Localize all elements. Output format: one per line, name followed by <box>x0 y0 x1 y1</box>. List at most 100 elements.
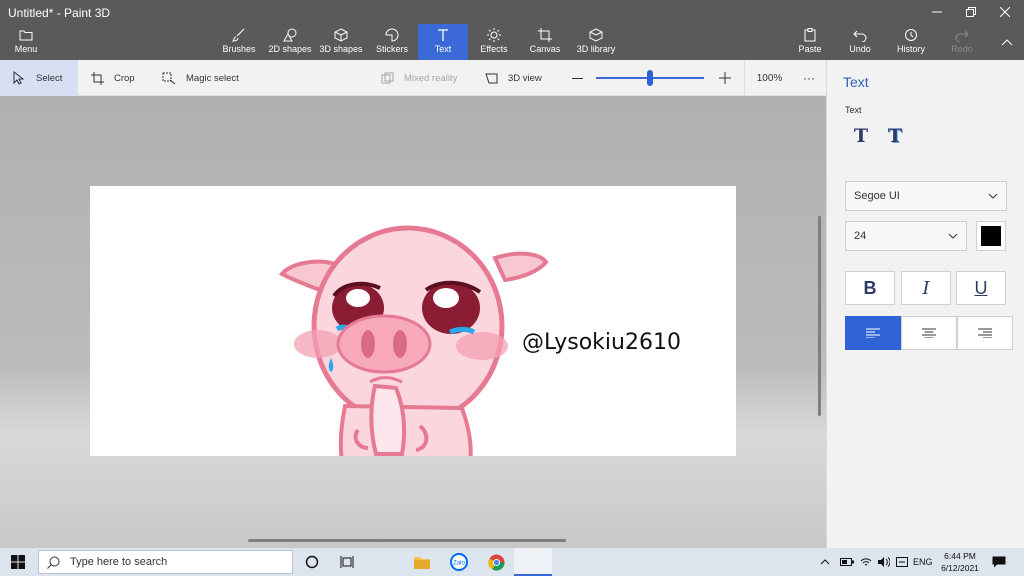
more-options-button[interactable]: ··· <box>796 60 822 96</box>
task-view-cortana-button[interactable] <box>292 548 332 576</box>
history-button[interactable]: History <box>894 24 928 60</box>
paint-3d-icon <box>526 555 540 567</box>
tool-label: Canvas <box>529 44 561 54</box>
zoom-slider-thumb[interactable] <box>647 70 653 86</box>
align-right-icon <box>978 328 992 338</box>
plus-icon <box>719 72 731 84</box>
horizontal-scrollbar[interactable] <box>248 539 566 542</box>
zoom-in-button[interactable] <box>718 60 732 96</box>
paste-label: Paste <box>798 44 822 54</box>
cortana-circle-icon <box>305 555 319 569</box>
redo-icon <box>954 28 970 42</box>
canvas-text-box[interactable]: @Lysokiu2610 <box>522 330 681 355</box>
wifi-icon[interactable] <box>860 548 872 576</box>
show-hidden-icons-button[interactable] <box>820 548 830 576</box>
redo-label: Redo <box>951 44 973 54</box>
task-view-button[interactable] <box>327 548 367 576</box>
font-size-dropdown[interactable]: 24 <box>845 221 967 251</box>
panel-title: Text <box>843 74 869 90</box>
language-indicator[interactable]: ENG <box>913 548 933 576</box>
file-explorer-app[interactable] <box>402 548 442 576</box>
sub-toolbar: Select Crop Magic select Mixed reality 3… <box>0 60 826 96</box>
zoom-slider[interactable] <box>596 70 704 86</box>
windows-taskbar: Type here to search Zalo ENG 6:44 PM 6/1… <box>0 548 1024 576</box>
cursor-icon <box>12 71 26 85</box>
tool-stickers[interactable]: Stickers <box>372 24 412 60</box>
paint-3d-app-active[interactable] <box>514 548 552 576</box>
italic-button[interactable]: I <box>901 271 951 305</box>
select-button[interactable]: Select <box>0 60 78 96</box>
chevron-down-icon <box>988 193 998 199</box>
chrome-app[interactable] <box>476 548 516 576</box>
tool-text[interactable]: Text <box>418 24 468 60</box>
3d-view-label: 3D view <box>508 72 542 84</box>
start-button[interactable] <box>0 548 36 576</box>
text-color-swatch[interactable] <box>976 221 1006 251</box>
zoom-percent[interactable]: 100% <box>744 60 794 96</box>
tool-label: Brushes <box>222 44 256 54</box>
3d-view-button[interactable]: 3D view <box>484 60 542 96</box>
bold-button[interactable]: B <box>845 271 895 305</box>
close-icon <box>1000 7 1010 17</box>
tool-brushes[interactable]: Brushes <box>220 24 258 60</box>
restore-icon <box>966 7 976 17</box>
taskbar-search-box[interactable]: Type here to search <box>38 550 293 574</box>
volume-icon[interactable] <box>878 548 890 576</box>
mixed-reality-button[interactable]: Mixed reality <box>380 60 457 96</box>
file-explorer-icon <box>414 557 430 569</box>
align-left-icon <box>866 328 880 338</box>
taskbar-clock[interactable]: 6:44 PM 6/12/2021 <box>936 550 984 574</box>
undo-button[interactable]: Undo <box>846 24 874 60</box>
redo-button[interactable]: Redo <box>948 24 976 60</box>
zalo-app[interactable]: Zalo <box>439 548 479 576</box>
drawing-canvas[interactable]: @Lysokiu2610 <box>90 186 736 456</box>
tool-canvas[interactable]: Canvas <box>526 24 564 60</box>
clock-date: 6/12/2021 <box>941 563 979 573</box>
action-center-button[interactable] <box>992 548 1006 576</box>
zalo-icon: Zalo <box>450 553 468 571</box>
align-right-button[interactable] <box>957 316 1013 350</box>
tool-effects[interactable]: Effects <box>476 24 512 60</box>
crop-label: Crop <box>114 72 135 84</box>
title-ribbon-bar: Untitled* - Paint 3D Menu Brushes 2D sha… <box>0 0 1024 60</box>
chevron-down-icon <box>948 233 958 239</box>
tool-2d-shapes[interactable]: 2D shapes <box>266 24 314 60</box>
3d-library-icon <box>588 28 604 42</box>
tool-label: Effects <box>480 44 508 54</box>
magic-select-button[interactable]: Magic select <box>162 60 239 96</box>
minimize-button[interactable] <box>920 0 954 24</box>
folder-icon <box>18 28 34 42</box>
tool-label: 2D shapes <box>268 44 312 54</box>
undo-icon <box>852 28 868 42</box>
align-left-button[interactable] <box>845 316 901 350</box>
font-family-dropdown[interactable]: Segoe UI <box>845 181 1007 211</box>
chevron-up-icon <box>820 559 830 565</box>
zoom-out-button[interactable] <box>570 60 584 96</box>
sticker-icon <box>384 28 400 42</box>
paste-button[interactable]: Paste <box>796 24 824 60</box>
vertical-scrollbar[interactable] <box>818 216 821 416</box>
undo-label: Undo <box>849 44 871 54</box>
cube-icon <box>333 28 349 42</box>
select-label: Select <box>36 72 63 84</box>
battery-icon[interactable] <box>840 548 854 576</box>
3d-text-icon[interactable]: T <box>883 124 907 148</box>
tool-3d-shapes[interactable]: 3D shapes <box>318 24 364 60</box>
mixed-reality-label: Mixed reality <box>404 72 458 84</box>
align-center-button[interactable] <box>901 316 957 350</box>
chrome-icon <box>488 554 504 570</box>
search-placeholder: Type here to search <box>70 556 168 568</box>
canvas-workspace: @Lysokiu2610 <box>0 96 826 548</box>
tool-3d-library[interactable]: 3D library <box>574 24 618 60</box>
input-method-icon[interactable] <box>896 548 908 576</box>
2d-text-icon[interactable]: T <box>849 124 873 148</box>
crop-button[interactable]: Crop <box>90 60 135 96</box>
underline-button[interactable]: U <box>956 271 1006 305</box>
maximize-button[interactable] <box>954 0 988 24</box>
close-button[interactable] <box>988 0 1022 24</box>
menu-button[interactable]: Menu <box>6 24 46 60</box>
text-tool-icon <box>435 28 451 42</box>
collapse-ribbon-button[interactable] <box>990 30 1024 54</box>
font-size-value: 24 <box>854 230 867 242</box>
svg-text:Zalo: Zalo <box>453 561 465 567</box>
